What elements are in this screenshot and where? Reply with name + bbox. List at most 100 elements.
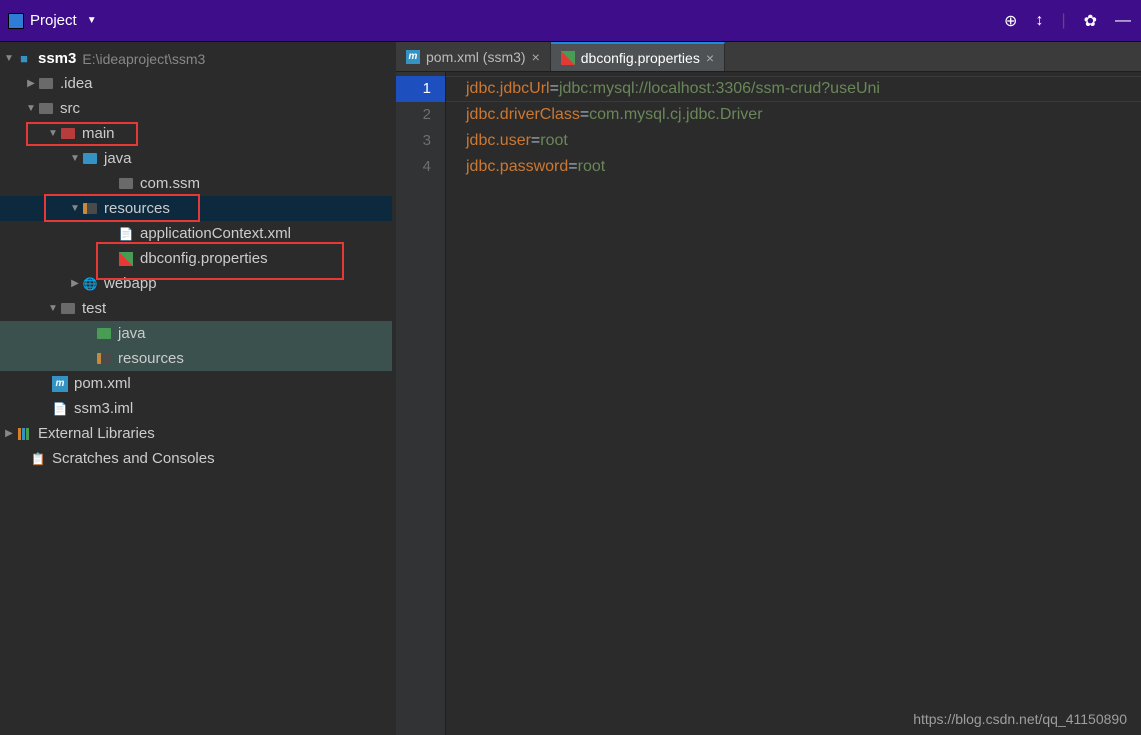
editor-tabs: m pom.xml (ssm3) × dbconfig.properties × (396, 42, 1141, 72)
expand-arrow-icon[interactable] (46, 303, 60, 314)
close-icon[interactable]: × (706, 50, 714, 66)
tree-item-package[interactable]: com.ssm (0, 171, 392, 196)
tree-item-webapp[interactable]: 🌐 webapp (0, 271, 392, 296)
tree-item-resources[interactable]: resources (0, 196, 392, 221)
tree-label: ssm3.iml (74, 400, 133, 417)
minimize-icon[interactable]: — (1115, 12, 1131, 30)
tree-label: main (82, 125, 115, 142)
tab-label: dbconfig.properties (581, 50, 700, 66)
code-editor[interactable]: 1 2 3 4 jdbc.jdbcUrl=jdbc:mysql://localh… (396, 72, 1141, 735)
equals-sign: = (580, 106, 589, 123)
code-line: jdbc.user=root (466, 128, 1141, 154)
maven-icon: m (52, 376, 68, 392)
tree-item-pom[interactable]: m pom.xml (0, 371, 392, 396)
tree-external-libraries[interactable]: External Libraries (0, 421, 392, 446)
module-icon: ■ (16, 51, 32, 67)
watermark: https://blog.csdn.net/qq_41150890 (913, 711, 1127, 727)
tree-item-iml[interactable]: 📄 ssm3.iml (0, 396, 392, 421)
tree-label: test (82, 300, 106, 317)
tree-scratches[interactable]: 📋 Scratches and Consoles (0, 446, 392, 471)
tree-item-appctx[interactable]: 📄 applicationContext.xml (0, 221, 392, 246)
tree-label: pom.xml (74, 375, 131, 392)
tree-label: java (118, 325, 146, 342)
line-number: 2 (396, 102, 431, 128)
tree-label: resources (118, 350, 184, 367)
source-folder-icon (82, 151, 98, 167)
tree-label: dbconfig.properties (140, 250, 268, 267)
folder-icon (60, 301, 76, 317)
properties-file-icon (118, 251, 134, 267)
xml-file-icon: 📄 (118, 226, 134, 242)
equals-sign: = (550, 80, 559, 97)
close-icon[interactable]: × (532, 49, 540, 65)
expand-arrow-icon[interactable] (24, 103, 38, 114)
test-resources-icon (96, 351, 112, 367)
maven-icon: m (406, 50, 420, 64)
web-folder-icon: 🌐 (82, 276, 98, 292)
tab-dbconfig[interactable]: dbconfig.properties × (551, 42, 725, 71)
tree-item-java[interactable]: java (0, 146, 392, 171)
project-tree[interactable]: ■ ssm3 E:\ideaproject\ssm3 .idea src mai… (0, 42, 392, 471)
locate-icon[interactable]: ⊕ (1004, 11, 1017, 31)
toolbar-actions: ⊕ ↕ | ✿ — (1004, 11, 1141, 31)
expand-arrow-icon[interactable] (68, 278, 82, 289)
project-tree-panel: ■ ssm3 E:\ideaproject\ssm3 .idea src mai… (0, 42, 396, 735)
settings-icon[interactable]: ✿ (1084, 11, 1097, 31)
tree-item-idea[interactable]: .idea (0, 71, 392, 96)
property-value: com.mysql.cj.jdbc.Driver (589, 106, 762, 123)
resources-folder-icon (82, 201, 98, 217)
code-line: jdbc.password=root (466, 154, 1141, 180)
tree-label: com.ssm (140, 175, 200, 192)
project-icon (8, 13, 24, 29)
property-key: jdbc.jdbcUrl (466, 80, 550, 97)
line-number: 4 (396, 154, 431, 180)
property-key: jdbc.driverClass (466, 106, 580, 123)
property-value: root (578, 158, 606, 175)
divider: | (1061, 12, 1065, 30)
test-folder-icon (96, 326, 112, 342)
project-toolbar: Project ▼ ⊕ ↕ | ✿ — (0, 0, 1141, 42)
tree-label: java (104, 150, 132, 167)
tree-item-main[interactable]: main (0, 121, 392, 146)
folder-icon (60, 126, 76, 142)
tab-label: pom.xml (ssm3) (426, 49, 526, 65)
property-key: jdbc.password (466, 158, 568, 175)
toolbar-title-area[interactable]: Project ▼ (0, 12, 97, 29)
expand-arrow-icon[interactable] (68, 153, 82, 164)
expand-arrow-icon[interactable] (68, 203, 82, 214)
equals-sign: = (568, 158, 577, 175)
expand-arrow-icon[interactable] (2, 428, 16, 439)
expand-arrow-icon[interactable] (2, 53, 16, 64)
tree-root[interactable]: ■ ssm3 E:\ideaproject\ssm3 (0, 46, 392, 71)
libraries-icon (16, 426, 32, 442)
line-gutter: 1 2 3 4 (396, 72, 446, 735)
dropdown-icon: ▼ (87, 15, 97, 26)
expand-arrow-icon[interactable] (46, 128, 60, 139)
tree-label: applicationContext.xml (140, 225, 291, 242)
scratch-icon: 📋 (30, 451, 46, 467)
tree-label: webapp (104, 275, 157, 292)
tree-item-test[interactable]: test (0, 296, 392, 321)
tree-item-src[interactable]: src (0, 96, 392, 121)
tree-label: Scratches and Consoles (52, 450, 215, 467)
tab-pom[interactable]: m pom.xml (ssm3) × (396, 42, 551, 71)
tree-label: resources (104, 200, 170, 217)
tree-item-test-java[interactable]: java (0, 321, 392, 346)
property-value: root (540, 132, 568, 149)
line-number: 3 (396, 128, 431, 154)
iml-file-icon: 📄 (52, 401, 68, 417)
properties-icon (561, 51, 575, 65)
tree-item-dbconfig[interactable]: dbconfig.properties (0, 246, 392, 271)
package-icon (118, 176, 134, 192)
code-line: jdbc.driverClass=com.mysql.cj.jdbc.Drive… (466, 102, 1141, 128)
code-line: jdbc.jdbcUrl=jdbc:mysql://localhost:3306… (466, 76, 1141, 102)
line-number: 1 (396, 76, 445, 102)
equals-sign: = (531, 132, 540, 149)
tree-path: E:\ideaproject\ssm3 (82, 51, 205, 67)
tree-item-test-resources[interactable]: resources (0, 346, 392, 371)
folder-icon (38, 101, 54, 117)
expand-arrow-icon[interactable] (24, 78, 38, 89)
tree-label: ssm3 (38, 50, 76, 67)
expand-icon[interactable]: ↕ (1035, 12, 1043, 30)
code-content[interactable]: jdbc.jdbcUrl=jdbc:mysql://localhost:3306… (446, 72, 1141, 735)
